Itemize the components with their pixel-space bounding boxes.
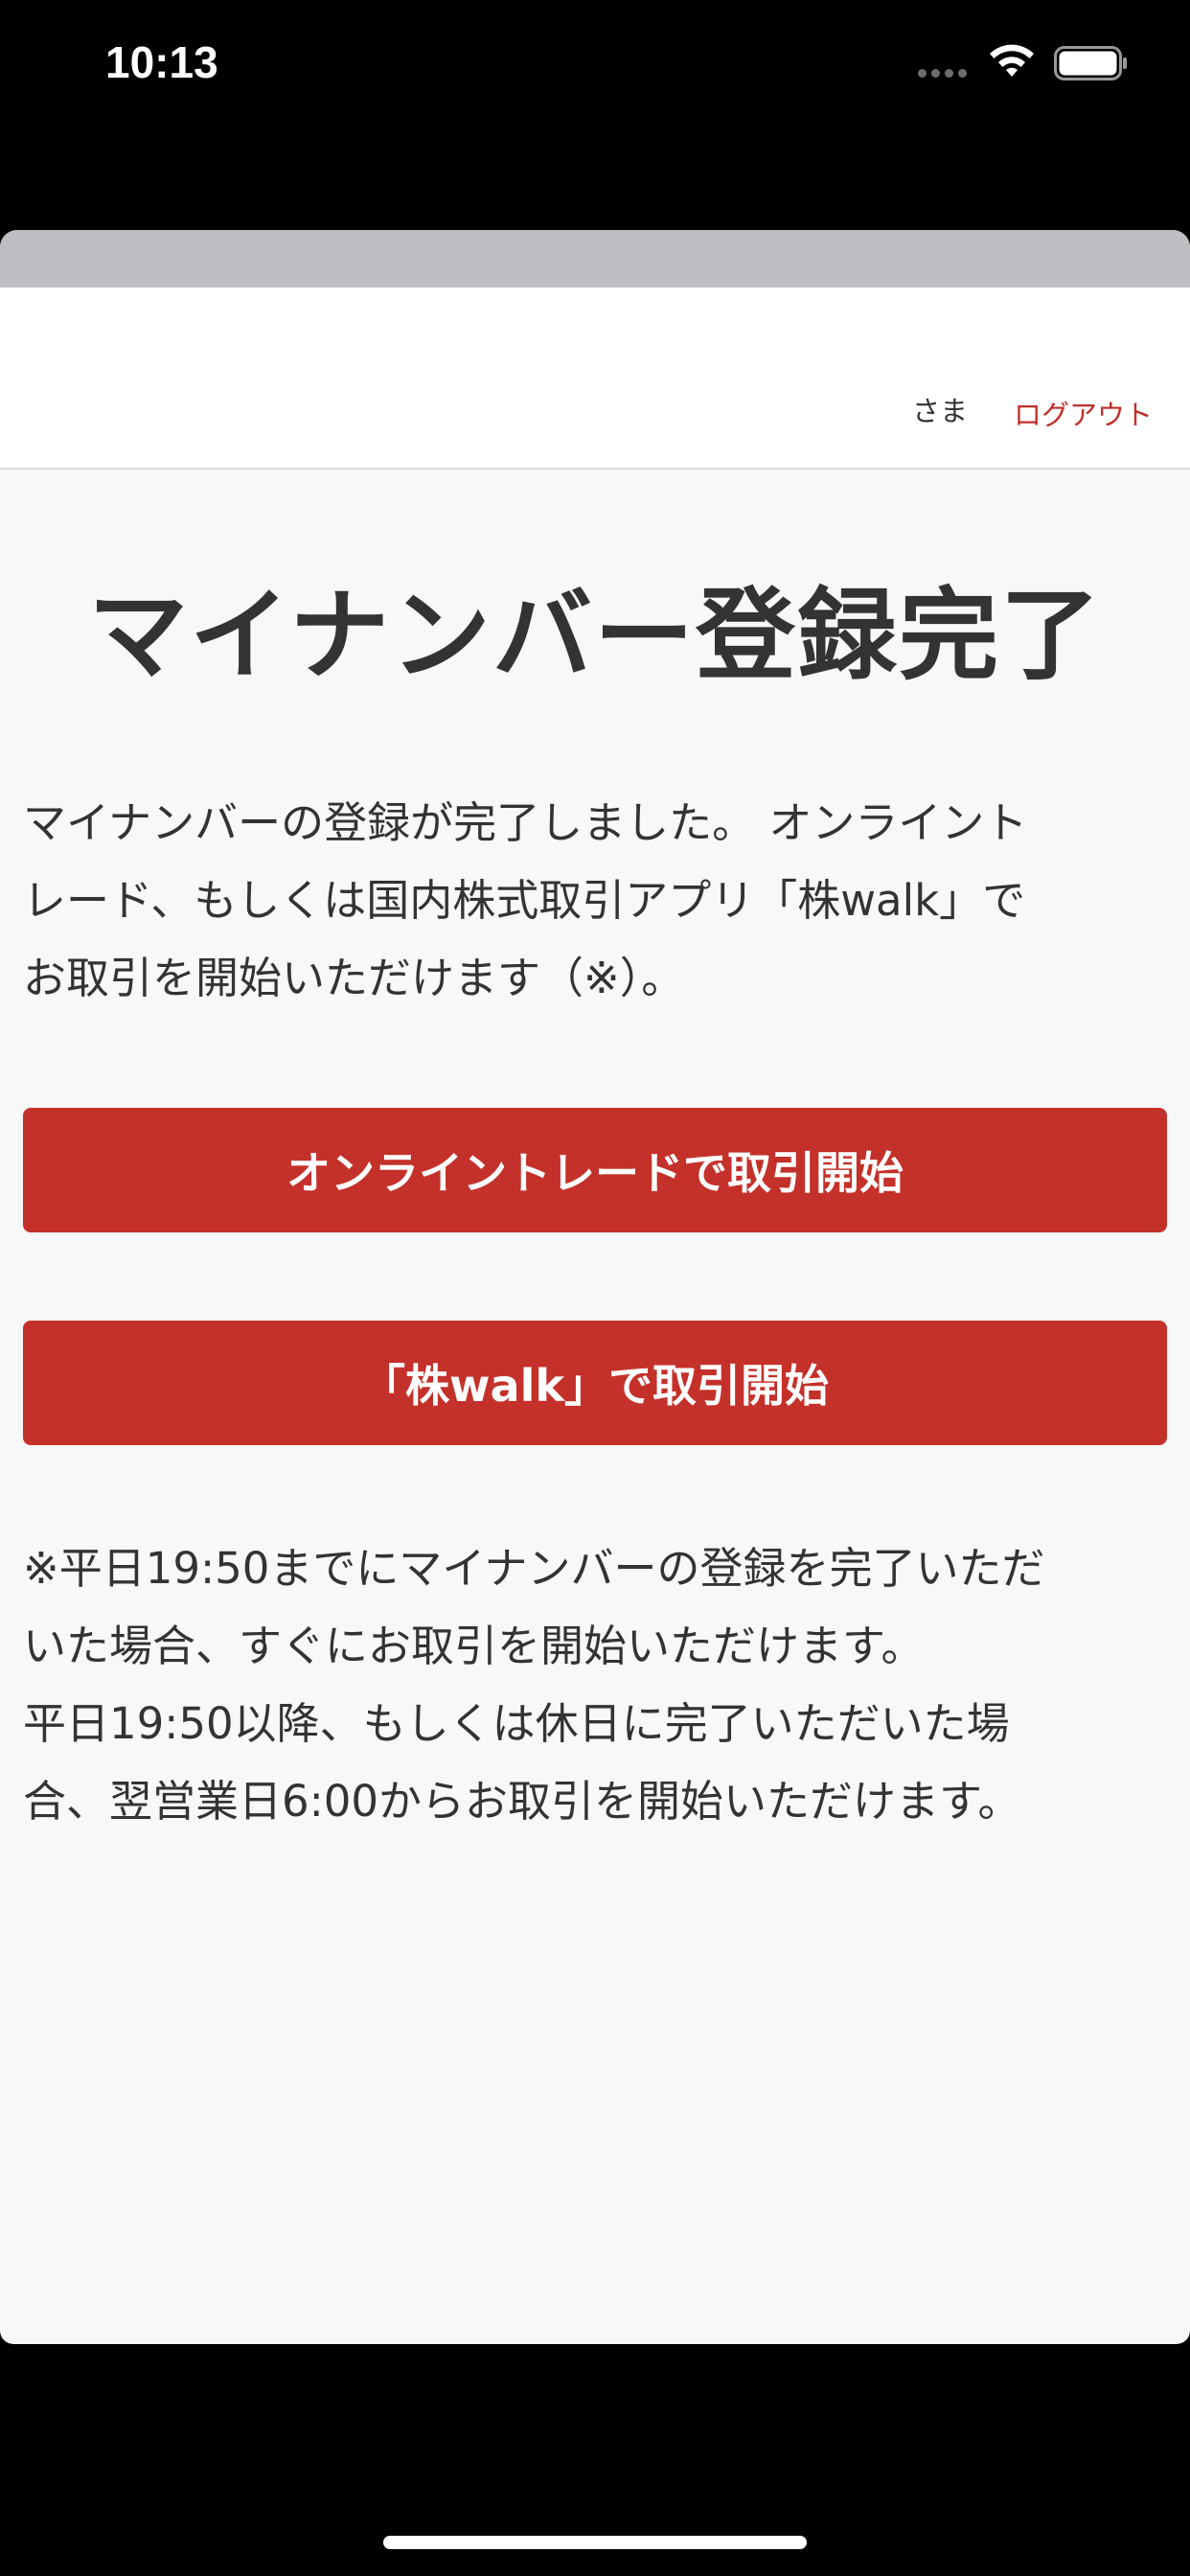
online-trade-start-button[interactable]: オンライントレードで取引開始 (23, 1108, 1167, 1232)
user-name-suffix: さま (912, 395, 969, 427)
browser-sheet: さま ログアウト マイナンバー登録完了 マイナンバーの登録が完了しました。 オン… (0, 230, 1190, 2344)
site-header: さま ログアウト (0, 288, 1190, 470)
status-bar: 10:13 (0, 0, 1190, 134)
kabuwalk-start-button[interactable]: 「株walk」で取引開始 (23, 1321, 1167, 1445)
phone-screen: 10:13 さま ログアウト マイナンバー登録完了 マイナンバーの登録が完了しま… (0, 0, 1190, 2576)
logout-link[interactable]: ログアウト (1014, 393, 1153, 433)
intro-text: マイナンバーの登録が完了しました。 オンライント レード、もしくは国内株式取引ア… (23, 784, 1169, 1017)
signal-dots-icon (918, 69, 967, 78)
note-line: 平日19:50以降、もしくは休日に完了いただいた場 (23, 1698, 1010, 1749)
home-indicator[interactable] (383, 2536, 807, 2549)
wifi-icon (990, 44, 1034, 77)
page-title: マイナンバー登録完了 (88, 577, 1102, 694)
note-text: ※平日19:50までにマイナンバーの登録を完了いただ いた場合、すぐにお取引を開… (23, 1530, 1169, 1840)
status-time: 10:13 (105, 37, 218, 87)
note-line: 合、翌営業日6:00からお取引を開始いただけます。 (23, 1776, 1021, 1827)
battery-icon (1054, 46, 1127, 80)
note-line: いた場合、すぐにお取引を開始いただけます。 (23, 1621, 925, 1671)
note-line: ※平日19:50までにマイナンバーの登録を完了いただ (23, 1543, 1045, 1594)
sheet-grabber-bar (0, 230, 1190, 288)
intro-line: レード、もしくは国内株式取引アプリ「株walk」で (23, 875, 1026, 926)
intro-line: マイナンバーの登録が完了しました。 オンライント (23, 797, 1028, 848)
intro-line: お取引を開始いただけます（※）。 (23, 953, 685, 1003)
